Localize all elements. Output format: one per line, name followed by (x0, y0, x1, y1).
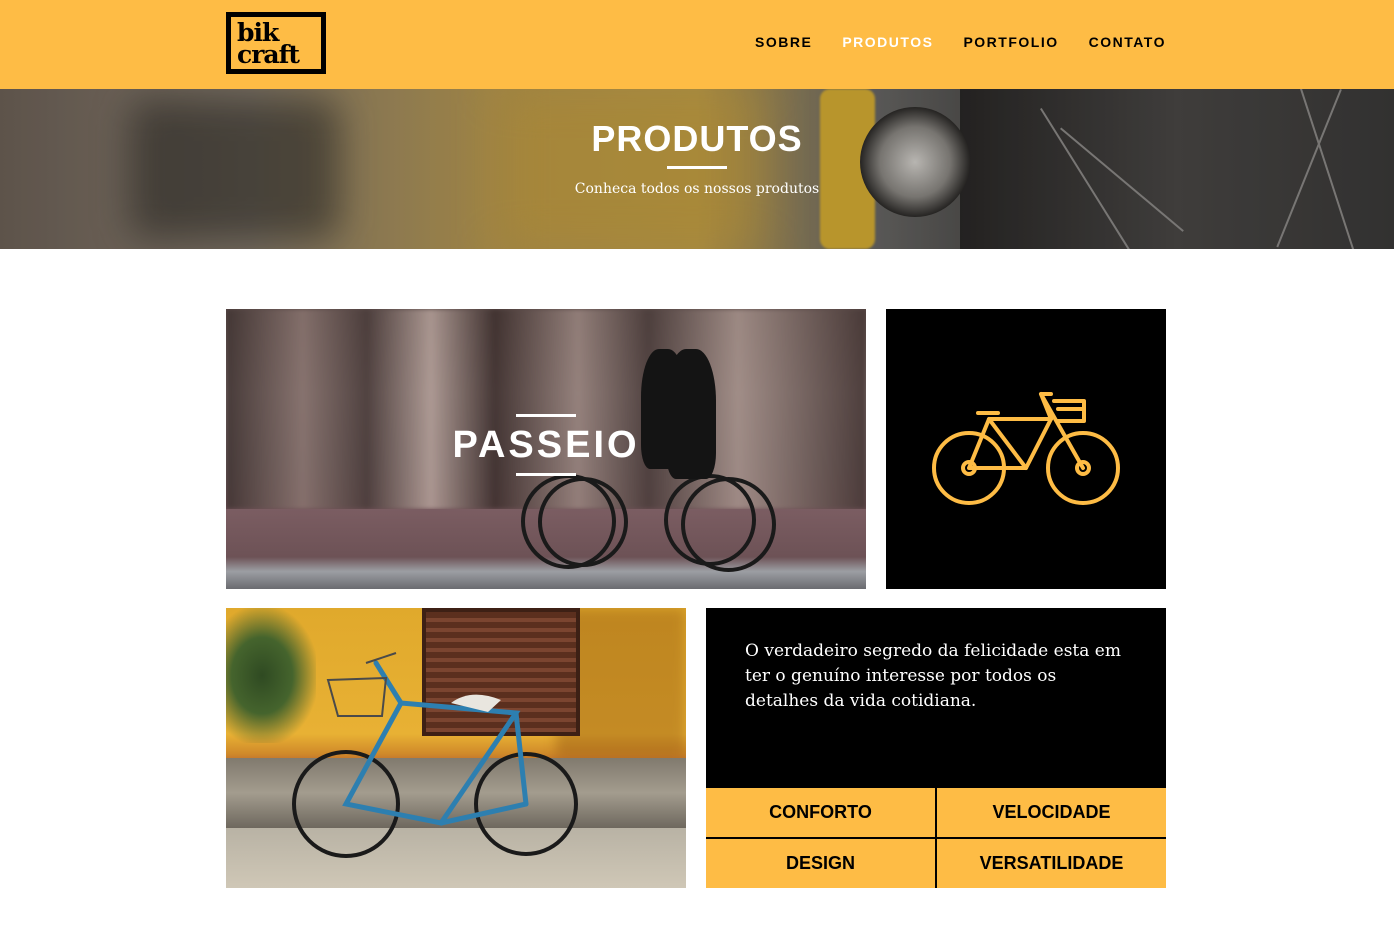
feature-velocidade: VELOCIDADE (937, 788, 1166, 837)
bicycle-icon-card (886, 309, 1166, 589)
hero-banner: PRODUTOS Conheca todos os nossos produto… (0, 89, 1394, 249)
nav-link-contato[interactable]: CONTATO (1089, 33, 1166, 51)
page-title: PRODUTOS (591, 118, 803, 159)
page-subtitle: Conheca todos os nossos produtos (574, 181, 820, 197)
feature-conforto: CONFORTO (706, 788, 935, 837)
bicycle-photo-drawing (292, 652, 578, 858)
quote-text: O verdadeiro segredo da felicidade esta … (745, 641, 1121, 711)
feature-design: DESIGN (706, 839, 935, 888)
product-photo-bicycle (226, 608, 686, 888)
nav-link-portfolio[interactable]: PORTFOLIO (963, 33, 1058, 51)
bikcraft-logo[interactable]: bik craft (226, 12, 326, 74)
passeio-title: PASSEIO (452, 424, 640, 466)
feature-versatilidade: VERSATILIDADE (937, 839, 1166, 888)
bicycle-wheel (538, 477, 628, 567)
main-nav: SOBRE PRODUTOS PORTFOLIO CONTATO (755, 33, 1166, 51)
nav-link-produtos[interactable]: PRODUTOS (842, 33, 933, 51)
site-header: bik craft SOBRE PRODUTOS PORTFOLIO CONTA… (0, 0, 1394, 89)
quote-card: O verdadeiro segredo da felicidade esta … (706, 608, 1166, 788)
nav-link-sobre[interactable]: SOBRE (755, 33, 812, 51)
hero-overlay (0, 89, 1394, 249)
passeio-line-top (516, 414, 576, 417)
product-card-passeio[interactable]: PASSEIO (226, 309, 866, 589)
title-underline (667, 166, 727, 169)
logo-text-line2: craft (237, 40, 300, 69)
bicycle-wheel (664, 474, 756, 566)
features-grid: CONFORTO VELOCIDADE DESIGN VERSATILIDADE (706, 788, 1166, 888)
bicycle-icon (932, 392, 1120, 505)
passeio-line-bottom (516, 473, 576, 476)
